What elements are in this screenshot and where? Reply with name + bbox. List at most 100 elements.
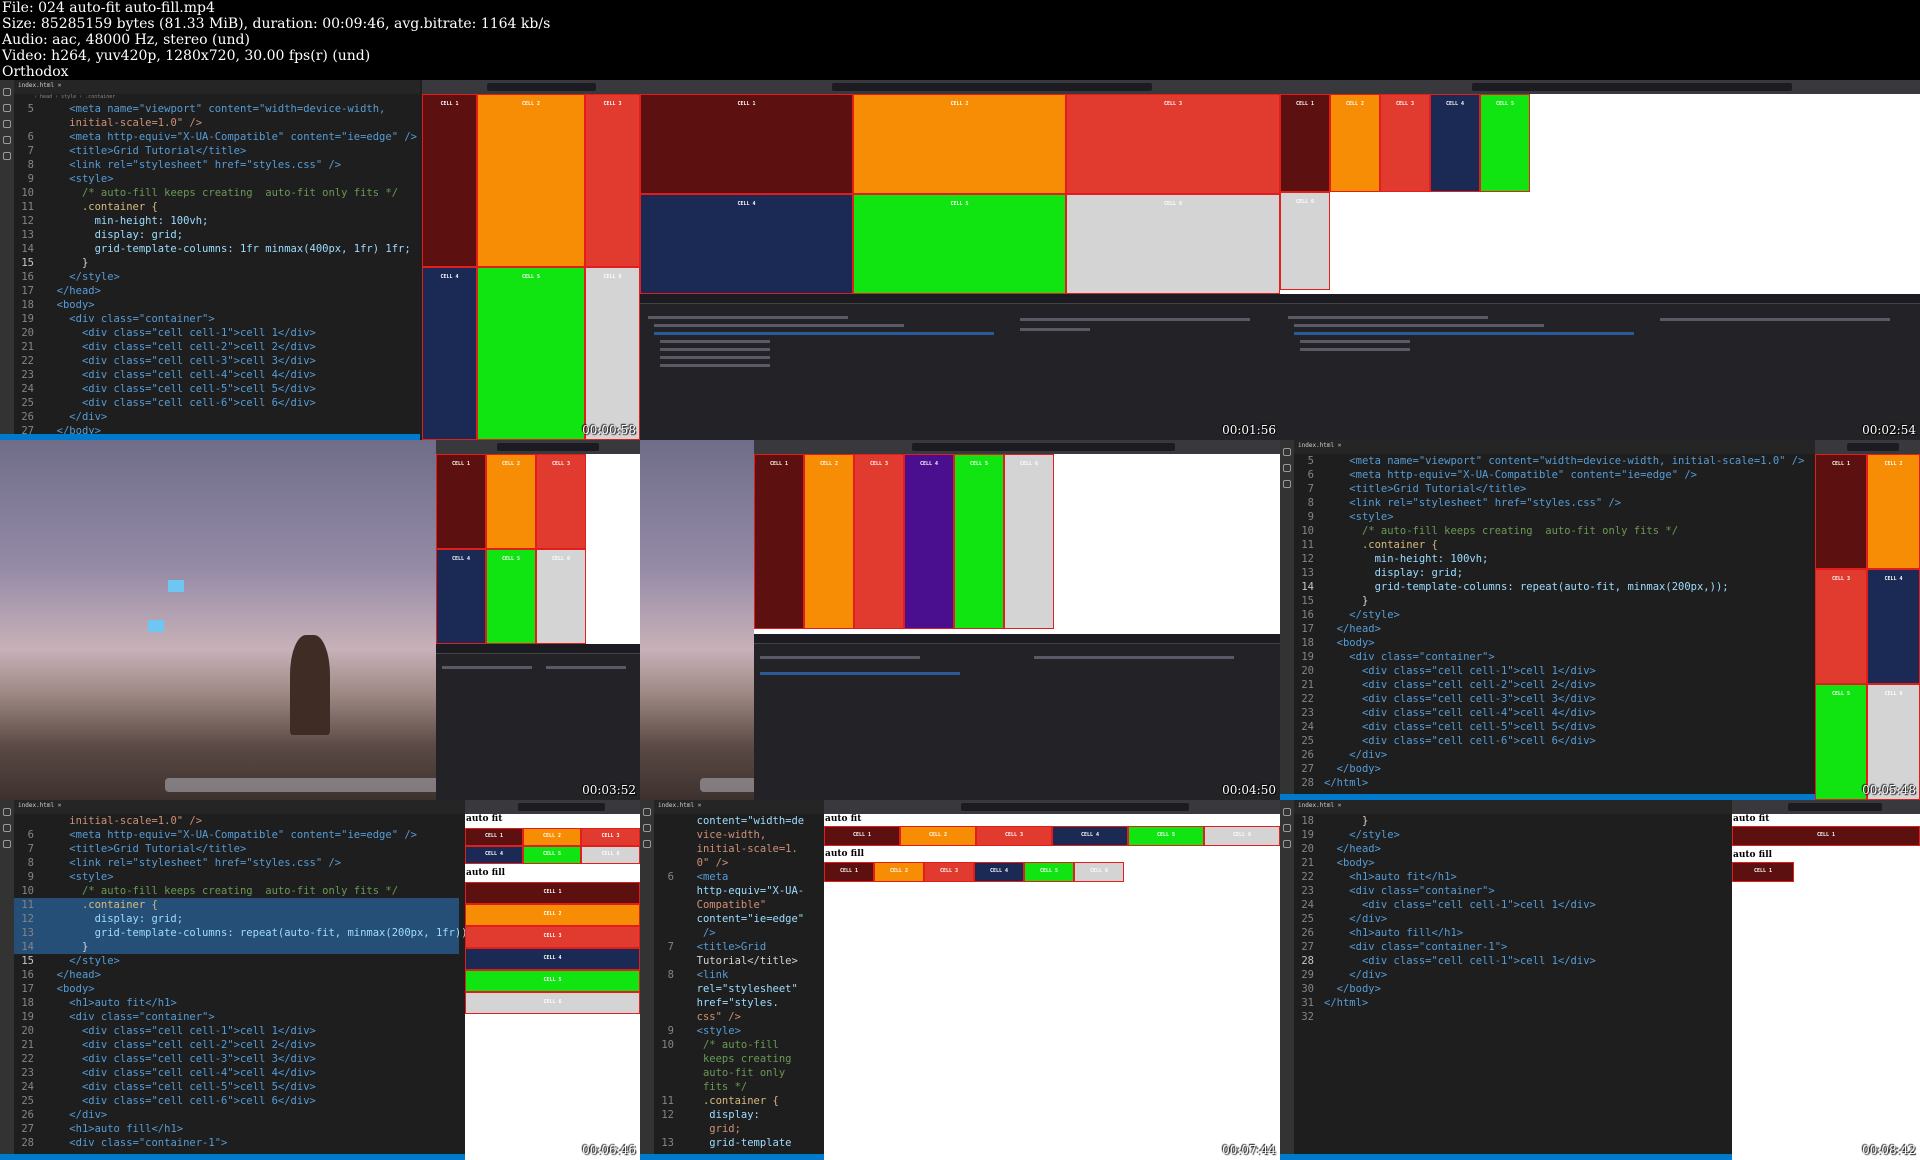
code-line: <div class="cell cell-6">cell 6</div> (81, 397, 316, 409)
browser-viewport: auto fit CELL 1 CELL 2 CELL 3 CELL 4 CEL… (465, 814, 640, 1160)
grid-cell-5: CELL 5 (1480, 94, 1530, 192)
source-control-icon[interactable] (3, 840, 11, 848)
dom-line (1294, 324, 1544, 327)
devtools-tabs[interactable] (640, 294, 1280, 304)
grid-cell-1: CELL 1 (422, 94, 477, 267)
layout-panel-line (1100, 318, 1250, 321)
grid-cell-3: CELL 3 (976, 826, 1052, 846)
source-control-icon[interactable] (3, 120, 11, 128)
devtools-tabs[interactable] (1280, 294, 1920, 304)
editor-tabs: index.html × (14, 800, 465, 814)
thumbnail-2[interactable]: CELL 1 CELL 2 CELL 3 CELL 4 CELL 5 CELL … (640, 80, 1280, 440)
code-line: display: grid; (1374, 567, 1464, 579)
source-control-icon[interactable] (1283, 840, 1291, 848)
code-line: } (1361, 815, 1369, 827)
code-editor: index.html × initial-scale=1.0" /> 6 <me… (0, 800, 465, 1160)
code-line: min-height: 100vh; (94, 215, 209, 227)
code-area[interactable]: initial-scale=1.0" /> 6 <meta http-equiv… (14, 814, 465, 1154)
grid-cell-6: CELL 6 (581, 846, 640, 864)
tab-index-html[interactable]: index.html × (18, 82, 61, 89)
extensions-icon[interactable] (3, 152, 11, 160)
thumbnail-9[interactable]: index.html × 18 } 19 </style> 20 </head>… (1280, 800, 1920, 1160)
thumbnail-1[interactable]: index.html × › head › style › .container… (0, 80, 640, 440)
code-editor: index.html × › head › style › .container… (0, 80, 420, 440)
code-line: </html> (1324, 777, 1369, 789)
debug-icon[interactable] (3, 136, 11, 144)
editor-tabs: index.html × (14, 80, 420, 94)
browser-viewport: CELL 1 CELL 2 CELL 3 CELL 4 CELL 5 CELL … (1815, 454, 1920, 800)
tab-index-html[interactable]: index.html × (18, 802, 61, 809)
devtools-tabs[interactable] (754, 634, 1280, 644)
thumbnail-8[interactable]: index.html × content="width=de vice-widt… (640, 800, 1280, 1160)
files-icon[interactable] (1283, 448, 1291, 456)
address-bar[interactable] (517, 803, 605, 811)
code-line: <div class="cell cell-1">cell 1</div> (81, 1025, 316, 1037)
code-line: <body> (1336, 637, 1375, 649)
code-line: <div class="cell cell-5">cell 5</div> (81, 1081, 316, 1093)
code-area[interactable]: 18 } 19 </style> 20 </head> 21 <body> 22… (1294, 814, 1726, 1154)
code-line: </div> (69, 411, 108, 423)
thumbnail-5[interactable]: CELL 1 CELL 2 CELL 3 CELL 4 CELL 5 CELL … (640, 440, 1280, 800)
code-line: </html> (1324, 997, 1369, 1009)
files-icon[interactable] (3, 808, 11, 816)
address-bar[interactable] (497, 443, 600, 451)
search-icon[interactable] (1283, 824, 1291, 832)
grid-cell-1: CELL 1 (465, 828, 523, 846)
address-bar[interactable] (911, 443, 1175, 451)
address-bar[interactable] (1846, 443, 1899, 451)
code-line: </style> (69, 271, 120, 283)
address-bar[interactable] (832, 83, 1152, 91)
address-bar[interactable] (1788, 803, 1883, 811)
grid-cell-1: CELL 1 (465, 882, 640, 904)
source-control-icon[interactable] (1283, 480, 1291, 488)
search-icon[interactable] (3, 104, 11, 112)
search-icon[interactable] (643, 824, 651, 832)
desktop-file-icon[interactable] (148, 620, 164, 632)
dom-line-selected[interactable] (760, 672, 960, 675)
tab-index-html[interactable]: index.html × (1298, 802, 1341, 809)
grid-cell-5: CELL 5 (954, 454, 1004, 629)
activity-bar (1280, 440, 1294, 800)
code-line: <h1>auto fit</h1> (69, 997, 177, 1009)
thumbnail-7[interactable]: index.html × initial-scale=1.0" /> 6 <me… (0, 800, 640, 1160)
thumbnail-3[interactable]: CELL 1 CELL 2 CELL 3 CELL 4 CELL 5 CELL … (1280, 80, 1920, 440)
search-icon[interactable] (3, 824, 11, 832)
code-line: grid-template (709, 1137, 792, 1149)
search-icon[interactable] (1283, 464, 1291, 472)
code-line: http-equiv="X-UA- (696, 885, 805, 897)
code-area[interactable]: 5 <meta name="viewport" content="width=d… (14, 102, 417, 437)
address-bar[interactable] (1472, 83, 1792, 91)
editor-tabs: index.html × (1294, 440, 1815, 454)
dom-line (1288, 316, 1488, 319)
code-line: .container { (702, 1095, 779, 1107)
address-bar[interactable] (487, 83, 597, 91)
status-bar (0, 1154, 465, 1160)
code-line: <link rel="stylesheet" href="styles.css"… (69, 857, 342, 869)
files-icon[interactable] (1283, 808, 1291, 816)
audio-info: Audio: aac, 48000 Hz, stereo (und) (2, 32, 250, 48)
code-line: css" /> (696, 1011, 741, 1023)
tab-index-html[interactable]: index.html × (1298, 442, 1341, 449)
devtools-tabs[interactable] (436, 644, 640, 654)
thumbnail-4[interactable]: CELL 1 CELL 2 CELL 3 CELL 4 CELL 5 CELL … (0, 440, 640, 800)
code-line: grid-template-columns: repeat(auto-fit, … (1374, 581, 1729, 593)
activity-bar (0, 800, 14, 1160)
code-line: <div class="cell cell-4">cell 4</div> (81, 1067, 316, 1079)
source-control-icon[interactable] (643, 840, 651, 848)
grid-cell-5: CELL 5 (853, 194, 1066, 294)
code-area[interactable]: 5 <meta name="viewport" content="width=d… (1294, 454, 1809, 794)
desktop-file-icon[interactable] (168, 580, 184, 592)
grid-cell-5: CELL 5 (477, 267, 585, 440)
code-area[interactable]: content="width=de vice-width, initial-sc… (654, 814, 818, 1154)
files-icon[interactable] (643, 808, 651, 816)
dom-line (654, 324, 904, 327)
thumbnail-6[interactable]: index.html × 5 <meta name="viewport" con… (1280, 440, 1920, 800)
tab-index-html[interactable]: index.html × (658, 802, 701, 809)
dom-line-selected[interactable] (654, 332, 994, 335)
address-bar[interactable] (960, 803, 1189, 811)
grid-cell-2: CELL 2 (804, 454, 854, 629)
macos-dock[interactable] (165, 778, 436, 792)
dom-line-selected[interactable] (1294, 332, 1634, 335)
grid-cell-4: CELL 4 (1430, 94, 1480, 192)
files-icon[interactable] (3, 88, 11, 96)
